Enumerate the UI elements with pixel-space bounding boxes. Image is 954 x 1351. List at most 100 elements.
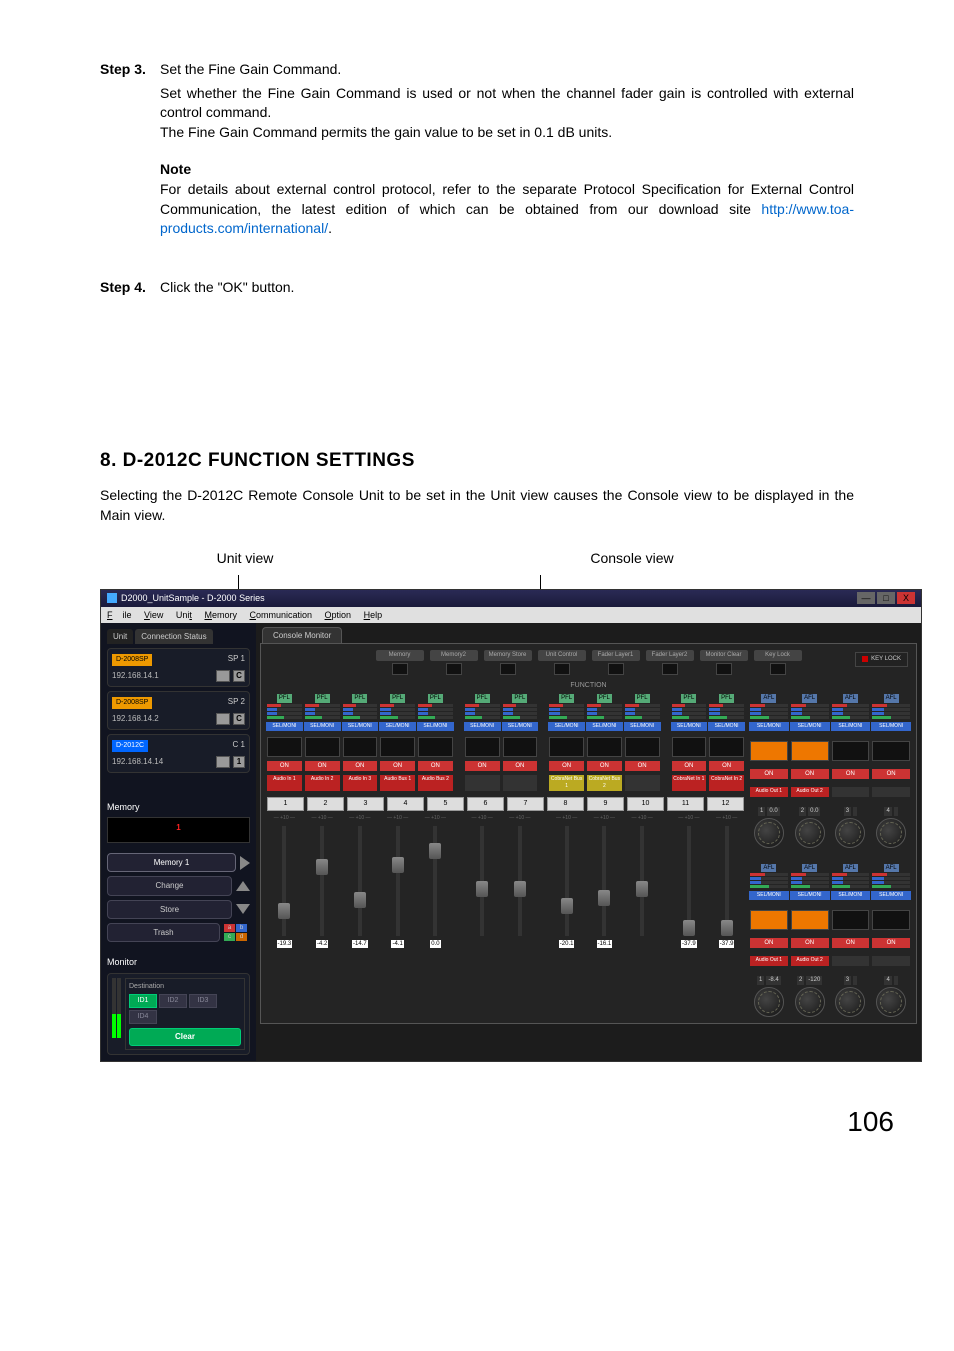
sel-moni-button[interactable]: SEL/MONI (379, 722, 416, 731)
channel-number[interactable]: 10 (627, 797, 664, 811)
function-box[interactable]: Fader Layer1 (592, 650, 640, 674)
fader-track[interactable] (687, 826, 691, 936)
sel-moni-button[interactable]: SEL/MONI (831, 722, 871, 731)
channel-number[interactable]: 7 (507, 797, 544, 811)
mini-d[interactable]: d (236, 933, 247, 941)
on-button[interactable]: ON (418, 761, 453, 771)
function-box[interactable]: Memory Store (484, 650, 532, 674)
rotary-knob[interactable] (835, 987, 865, 1017)
clear-button[interactable]: Clear (129, 1028, 241, 1045)
fader-track[interactable] (433, 826, 437, 936)
fader-knob[interactable] (316, 859, 328, 875)
function-box[interactable]: Monitor Clear (700, 650, 748, 674)
tab-connection-status[interactable]: Connection Status (135, 629, 212, 644)
fader-knob[interactable] (476, 881, 488, 897)
channel-number[interactable]: 4 (387, 797, 424, 811)
change-button[interactable]: Change (107, 876, 232, 895)
fader-knob[interactable] (354, 892, 366, 908)
on-button[interactable]: ON (750, 769, 788, 779)
tab-unit[interactable]: Unit (107, 629, 133, 644)
on-button[interactable]: ON (587, 761, 622, 771)
rotary-knob[interactable] (876, 987, 906, 1017)
down-icon[interactable] (236, 904, 250, 914)
rotary-knob[interactable] (876, 818, 906, 848)
fader-knob[interactable] (598, 890, 610, 906)
maximize-button[interactable]: □ (877, 592, 895, 604)
memory-next-icon[interactable] (240, 856, 250, 870)
unit-block[interactable]: D-2008SPSP 1 192.168.14.1C (107, 648, 250, 687)
menu-option[interactable]: Option (325, 610, 352, 620)
rotary-knob[interactable] (795, 987, 825, 1017)
channel-number[interactable]: 11 (667, 797, 704, 811)
fader-track[interactable] (282, 826, 286, 936)
unit-block[interactable]: D-2008SPSP 2 192.168.14.2C (107, 691, 250, 730)
on-button[interactable]: ON (625, 761, 660, 771)
sel-moni-button[interactable]: SEL/MONI (342, 722, 379, 731)
on-button[interactable]: ON (709, 761, 744, 771)
sel-moni-button[interactable]: SEL/MONI (304, 722, 341, 731)
fader-knob[interactable] (683, 920, 695, 936)
menu-view[interactable]: View (144, 610, 163, 620)
sel-moni-button[interactable]: SEL/MONI (624, 722, 661, 731)
fader-track[interactable] (396, 826, 400, 936)
fader-knob[interactable] (721, 920, 733, 936)
dest-id4[interactable]: ID4 (129, 1010, 157, 1024)
sel-moni-button[interactable]: SEL/MONI (790, 891, 830, 900)
memory-name-button[interactable]: Memory 1 (107, 853, 236, 872)
rotary-knob[interactable] (795, 818, 825, 848)
minimize-button[interactable]: — (857, 592, 875, 604)
on-button[interactable]: ON (305, 761, 340, 771)
menu-file[interactable]: File (107, 610, 132, 620)
mini-a[interactable]: a (224, 924, 235, 932)
rotary-knob[interactable] (835, 818, 865, 848)
fader-track[interactable] (565, 826, 569, 936)
fader-knob[interactable] (636, 881, 648, 897)
unit-c-box[interactable]: 1 (233, 756, 245, 768)
on-button[interactable]: ON (343, 761, 378, 771)
unit-c-box[interactable]: C (233, 713, 245, 725)
sel-moni-button[interactable]: SEL/MONI (417, 722, 454, 731)
channel-number[interactable]: 1 (267, 797, 304, 811)
store-button[interactable]: Store (107, 900, 232, 919)
sel-moni-button[interactable]: SEL/MONI (871, 891, 911, 900)
close-button[interactable]: X (897, 592, 915, 604)
function-box[interactable]: Fader Layer2 (646, 650, 694, 674)
channel-number[interactable]: 8 (547, 797, 584, 811)
fader-track[interactable] (602, 826, 606, 936)
channel-number[interactable]: 3 (347, 797, 384, 811)
rotary-knob[interactable] (754, 818, 784, 848)
sel-moni-button[interactable]: SEL/MONI (502, 722, 539, 731)
on-button[interactable]: ON (872, 938, 910, 948)
dest-id2[interactable]: ID2 (159, 994, 187, 1008)
fader-track[interactable] (640, 826, 644, 936)
on-button[interactable]: ON (832, 769, 870, 779)
sel-moni-button[interactable]: SEL/MONI (586, 722, 623, 731)
channel-number[interactable]: 9 (587, 797, 624, 811)
tab-console-monitor[interactable]: Console Monitor (262, 627, 342, 643)
sel-moni-button[interactable]: SEL/MONI (548, 722, 585, 731)
channel-number[interactable]: 2 (307, 797, 344, 811)
dest-id1[interactable]: ID1 (129, 994, 157, 1008)
sel-moni-button[interactable]: SEL/MONI (708, 722, 745, 731)
on-button[interactable]: ON (672, 761, 707, 771)
sel-moni-button[interactable]: SEL/MONI (749, 891, 789, 900)
mini-c[interactable]: c (224, 933, 235, 941)
channel-number[interactable]: 6 (467, 797, 504, 811)
on-button[interactable]: ON (465, 761, 500, 771)
menu-communication[interactable]: Communication (249, 610, 312, 620)
sel-moni-button[interactable]: SEL/MONI (671, 722, 708, 731)
on-button[interactable]: ON (267, 761, 302, 771)
sel-moni-button[interactable]: SEL/MONI (871, 722, 911, 731)
fader-track[interactable] (480, 826, 484, 936)
on-button[interactable]: ON (791, 769, 829, 779)
function-box[interactable]: Key Lock (754, 650, 802, 674)
fader-track[interactable] (320, 826, 324, 936)
on-button[interactable]: ON (380, 761, 415, 771)
sel-moni-button[interactable]: SEL/MONI (749, 722, 789, 731)
function-box[interactable]: Unit Control (538, 650, 586, 674)
fader-track[interactable] (518, 826, 522, 936)
channel-number[interactable]: 12 (707, 797, 744, 811)
on-button[interactable]: ON (549, 761, 584, 771)
function-box[interactable]: Memory (376, 650, 424, 674)
on-button[interactable]: ON (791, 938, 829, 948)
